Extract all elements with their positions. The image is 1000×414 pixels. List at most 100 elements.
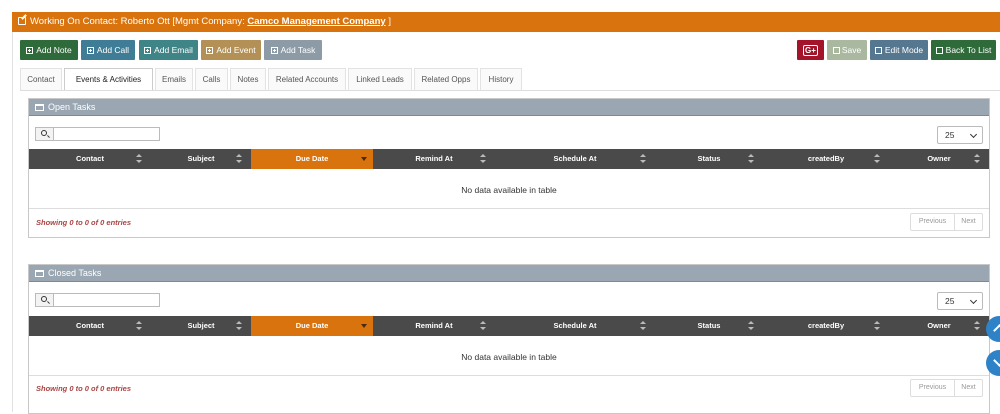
tab-linked-leads[interactable]: Linked Leads — [348, 68, 412, 90]
col-owner[interactable]: Owner — [889, 316, 989, 336]
col-status[interactable]: Status — [655, 149, 763, 169]
chevron-down-icon — [993, 354, 1000, 367]
plus-square-icon — [86, 47, 94, 54]
col-status[interactable]: Status — [655, 316, 763, 336]
add-task-label: Add Task — [280, 45, 316, 55]
closed-tasks-search — [35, 293, 160, 307]
col-schedule-at-label: Schedule At — [553, 321, 597, 330]
col-schedule-at[interactable]: Schedule At — [495, 149, 655, 169]
col-schedule-at[interactable]: Schedule At — [495, 316, 655, 336]
add-note-button[interactable]: Add Note — [20, 40, 78, 60]
search-icon — [41, 296, 47, 302]
sort-icon — [748, 154, 754, 164]
window-icon — [35, 104, 44, 111]
sort-desc-icon — [361, 324, 367, 328]
col-contact[interactable]: Contact — [29, 149, 151, 169]
tab-related-opps[interactable]: Related Opps — [414, 68, 478, 90]
previous-button[interactable]: Previous — [911, 380, 955, 396]
tabs-divider — [20, 90, 1000, 91]
chevron-down-icon — [969, 296, 978, 305]
back-to-list-button[interactable]: Back To List — [931, 40, 996, 60]
save-label: Save — [841, 45, 862, 55]
sort-icon — [136, 154, 142, 164]
add-event-label: Add Event — [216, 45, 256, 55]
col-due-date[interactable]: Due Date — [251, 316, 373, 336]
col-contact[interactable]: Contact — [29, 316, 151, 336]
plus-square-icon — [270, 47, 278, 54]
col-schedule-at-label: Schedule At — [553, 154, 597, 163]
col-contact-label: Contact — [76, 154, 104, 163]
col-createdby[interactable]: createdBy — [763, 149, 889, 169]
col-remind-at[interactable]: Remind At — [373, 149, 495, 169]
col-subject-label: Subject — [187, 321, 215, 330]
open-tasks-empty-row: No data available in table — [29, 171, 989, 209]
sort-icon — [640, 321, 646, 331]
page-length-value: 25 — [945, 296, 955, 306]
open-tasks-search-input[interactable] — [55, 128, 159, 140]
col-status-label: Status — [697, 321, 721, 330]
sort-icon — [480, 321, 486, 331]
google-plus-button[interactable]: G+ — [797, 40, 824, 60]
col-remind-at[interactable]: Remind At — [373, 316, 495, 336]
window-icon — [35, 270, 44, 277]
sort-icon — [874, 154, 880, 164]
previous-button[interactable]: Previous — [911, 214, 955, 230]
search-button[interactable] — [36, 128, 54, 140]
header-suffix: ] — [388, 16, 391, 27]
col-owner-label: Owner — [927, 154, 951, 163]
sort-icon — [748, 321, 754, 331]
tab-calls[interactable]: Calls — [195, 68, 228, 90]
plus-square-icon — [26, 47, 34, 54]
edit-mode-button[interactable]: Edit Mode — [870, 40, 928, 60]
context-header: Working On Contact: Roberto Ott [Mgmt Co… — [12, 12, 1000, 32]
add-note-label: Add Note — [36, 45, 72, 55]
tab-emails[interactable]: Emails — [155, 68, 193, 90]
col-createdby[interactable]: createdBy — [763, 316, 889, 336]
next-button[interactable]: Next — [955, 380, 982, 396]
closed-tasks-page-length[interactable]: 25 — [937, 292, 983, 310]
closed-tasks-empty-row: No data available in table — [29, 338, 989, 376]
company-link[interactable]: Camco Management Company — [247, 16, 385, 27]
sort-icon — [640, 154, 646, 164]
tab-history[interactable]: History — [480, 68, 522, 90]
col-subject[interactable]: Subject — [151, 316, 251, 336]
col-createdby-label: createdBy — [807, 154, 845, 163]
open-tasks-page-length[interactable]: 25 — [937, 126, 983, 144]
open-tasks-table-header: Contact Subject Due Date Remind At Sched… — [29, 149, 989, 169]
col-owner-label: Owner — [927, 321, 951, 330]
sort-icon — [136, 321, 142, 331]
list-icon — [935, 47, 943, 54]
add-email-button[interactable]: Add Email — [139, 40, 198, 60]
search-button[interactable] — [36, 294, 54, 306]
add-event-button[interactable]: Add Event — [201, 40, 261, 60]
open-tasks-panel: Open Tasks 25 Contact Subject Due Date R… — [28, 98, 990, 238]
add-task-button[interactable]: Add Task — [264, 40, 322, 60]
closed-tasks-pagination: Previous Next — [910, 379, 983, 397]
col-owner[interactable]: Owner — [889, 149, 989, 169]
save-button[interactable]: Save — [827, 40, 867, 60]
col-contact-label: Contact — [76, 321, 104, 330]
tab-contact[interactable]: Contact — [20, 68, 62, 90]
tab-related-accounts[interactable]: Related Accounts — [268, 68, 346, 90]
next-button[interactable]: Next — [955, 214, 982, 230]
closed-tasks-search-input[interactable] — [55, 294, 159, 306]
closed-tasks-info: Showing 0 to 0 of 0 entries — [36, 384, 132, 393]
edit-icon — [874, 47, 882, 54]
edit-mode-label: Edit Mode — [884, 45, 924, 55]
chevron-down-icon — [969, 130, 978, 139]
closed-tasks-panel: Closed Tasks 25 Contact Subject Due Date… — [28, 264, 990, 414]
tab-notes[interactable]: Notes — [230, 68, 266, 90]
open-tasks-title: Open Tasks — [48, 102, 96, 112]
plus-square-icon — [206, 47, 214, 54]
tab-events-activities[interactable]: Events & Activities — [64, 68, 153, 91]
add-call-button[interactable]: Add Call — [81, 40, 135, 60]
col-due-date[interactable]: Due Date — [251, 149, 373, 169]
col-subject[interactable]: Subject — [151, 149, 251, 169]
sort-icon — [974, 321, 980, 331]
col-subject-label: Subject — [187, 154, 215, 163]
open-tasks-pagination: Previous Next — [910, 213, 983, 231]
edit-icon — [18, 17, 26, 25]
floppy-icon — [832, 47, 840, 54]
col-remind-at-label: Remind At — [415, 321, 453, 330]
sort-icon — [480, 154, 486, 164]
